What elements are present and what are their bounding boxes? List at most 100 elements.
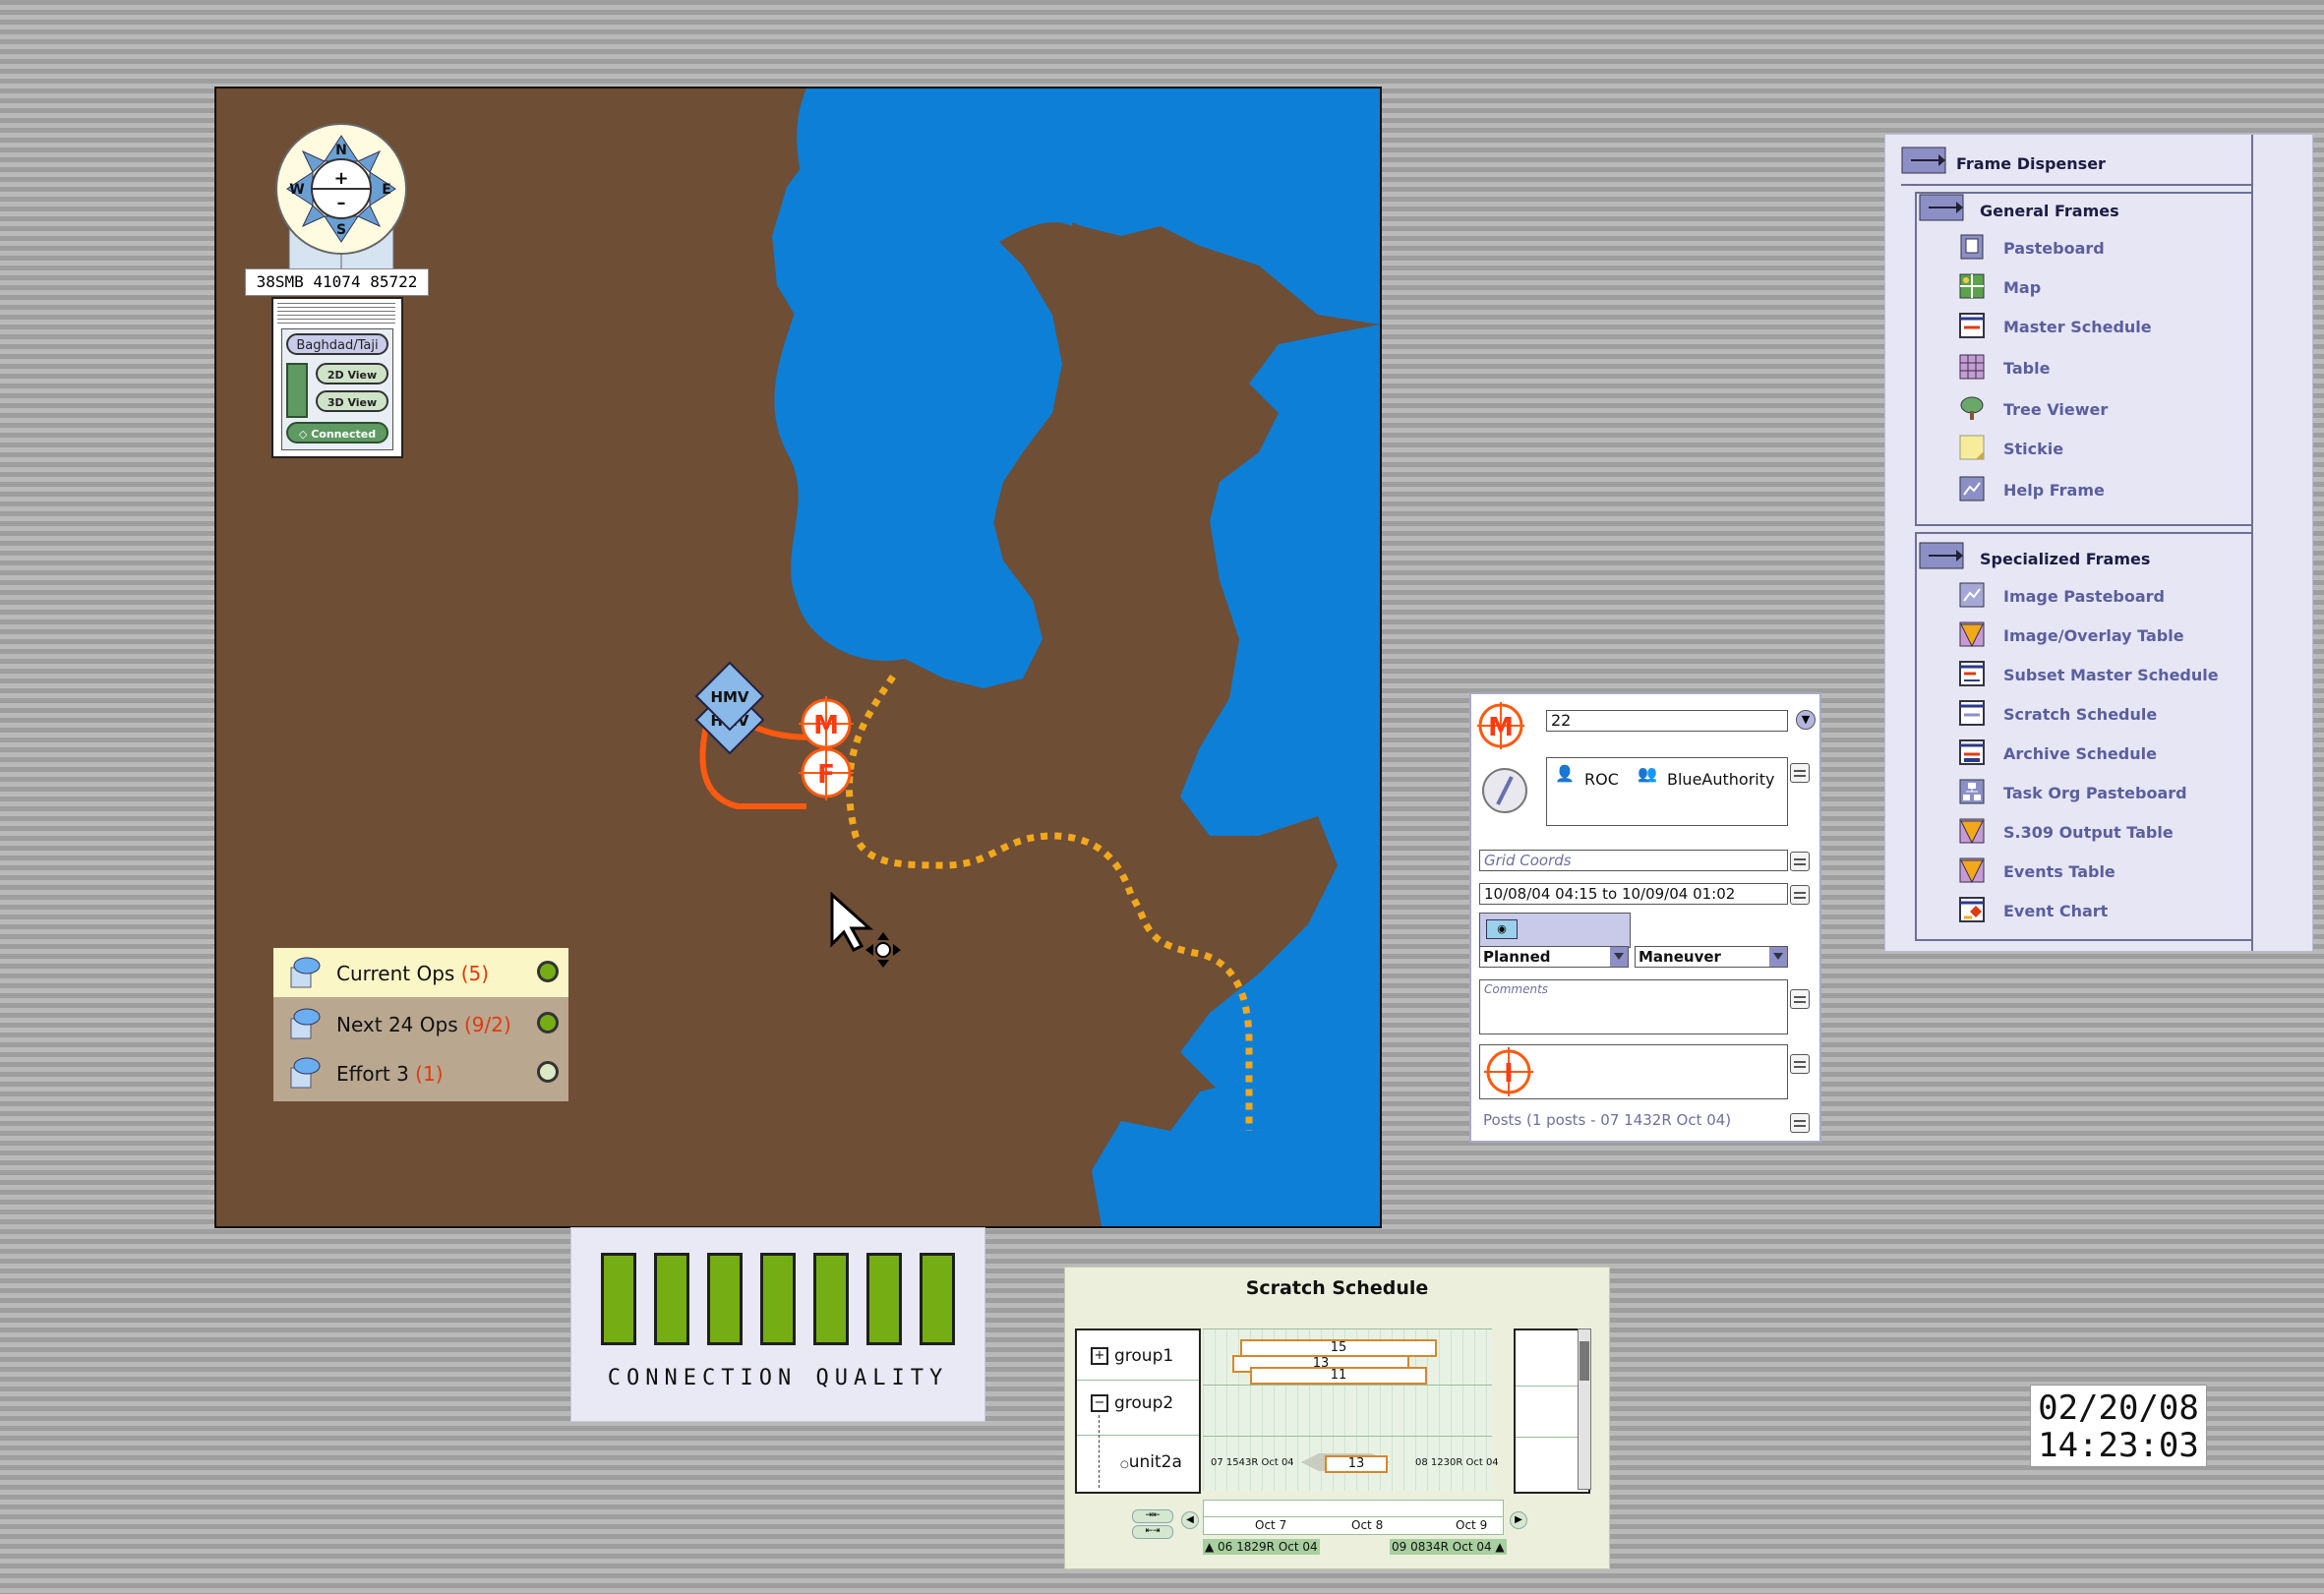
panel-grip[interactable] <box>277 303 395 325</box>
frame-item-label: Tree Viewer <box>2003 400 2109 419</box>
posts-menu-button[interactable] <box>1790 1113 1810 1133</box>
zoom-out-arrows-button[interactable]: ⇤⇥ <box>1132 1525 1173 1539</box>
schedule-timeline[interactable]: Oct 7 Oct 8 Oct 9 <box>1203 1500 1504 1535</box>
grid-coords-field[interactable]: Grid Coords <box>1479 850 1788 871</box>
frame-item-label: Stickie <box>2003 440 2064 458</box>
location-button[interactable]: Baghdad/Taji <box>286 333 388 355</box>
ops-label: Next 24 Ops (9/2) <box>336 1013 511 1036</box>
clock-date: 02/20/08 <box>2038 1388 2199 1428</box>
comments-field[interactable]: Comments <box>1479 979 1788 1034</box>
fire-unit-f[interactable]: F <box>799 745 854 800</box>
scratch-schedule-icon <box>1959 700 1985 726</box>
specialized-frames-icon <box>1919 542 1964 569</box>
maneuver-unit-m[interactable]: M <box>799 696 854 751</box>
svg-text:I: I <box>1504 1059 1514 1089</box>
frame-dispenser-title: Frame Dispenser <box>1956 154 2106 173</box>
row-group1[interactable]: + group1 <box>1091 1346 1173 1366</box>
speech-bubble-icon <box>290 1057 321 1089</box>
zoom-in-button[interactable]: + <box>333 168 348 189</box>
unit-start-time: 07 1543R Oct 04 <box>1211 1457 1294 1468</box>
ops-row-current[interactable]: Current Ops (5) <box>273 948 568 997</box>
tree-icon <box>1960 396 1984 420</box>
compass-south-label: S <box>336 222 346 238</box>
unit-symbols: HMV HMV M F <box>694 661 854 800</box>
intel-box[interactable]: I <box>1479 1044 1788 1099</box>
expand-icon[interactable]: + <box>1091 1347 1108 1365</box>
scroll-left-icon[interactable]: ◀ <box>1181 1511 1199 1529</box>
date-time-display: 02/20/08 14:23:03 <box>2030 1385 2207 1467</box>
posts-summary[interactable]: Posts (1 posts - 07 1432R Oct 04) <box>1483 1111 1731 1129</box>
task-bar[interactable]: 11 <box>1250 1367 1427 1385</box>
range-start-marker[interactable]: ▲ 06 1829R Oct 04 <box>1203 1539 1320 1555</box>
person-blue-icon: 👤 <box>1555 764 1575 783</box>
node-icon: ○ <box>1120 1459 1129 1470</box>
event-chart-icon <box>1959 897 1985 922</box>
assignee-roc[interactable]: ROC <box>1584 770 1619 789</box>
zoom-out-button[interactable]: – <box>337 193 346 213</box>
2d-view-button[interactable]: 2D View <box>316 363 388 384</box>
assignee-blueauthority[interactable]: BlueAuthority <box>1667 770 1774 789</box>
status-dot-pale[interactable] <box>537 1061 559 1083</box>
people-green-icon: 👥 <box>1638 764 1657 783</box>
timeline-date: Oct 7 <box>1255 1518 1287 1532</box>
view-bracket-icon <box>286 363 308 418</box>
ops-label: Effort 3 (1) <box>336 1062 444 1086</box>
signal-bar <box>866 1253 902 1345</box>
scroll-right-icon[interactable]: ▶ <box>1510 1511 1527 1529</box>
task-bar[interactable]: 13 <box>1325 1455 1388 1473</box>
view-panel: Baghdad/Taji 2D View 3D View ◇ Connected <box>271 297 403 458</box>
3d-view-button[interactable]: 3D View <box>316 390 388 412</box>
tag-icon: ◇ <box>298 428 312 441</box>
time-range-field[interactable]: 10/08/04 04:15 to 10/09/04 01:02 <box>1479 883 1788 905</box>
scratch-schedule-frame: Scratch Schedule + group1 − group2 ○unit2a… <box>1064 1267 1610 1569</box>
hmv-unit-label: HMV <box>710 688 748 706</box>
funnel-table-icon <box>1959 818 1985 845</box>
frame-item-label: Scratch Schedule <box>2003 705 2158 724</box>
ops-row-effort3[interactable]: Effort 3 (1) <box>273 1048 568 1097</box>
signal-bar <box>707 1253 743 1345</box>
row-unit2a[interactable]: ○unit2a <box>1120 1452 1182 1472</box>
schedule-grid[interactable]: 15 13 11 07 1543R Oct 04 13 08 1230R Oct… <box>1203 1328 1499 1491</box>
master-schedule-icon <box>1959 313 1985 338</box>
dropdown-toggle-icon[interactable]: ▼ <box>1796 710 1816 730</box>
event-id-field[interactable]: 22 <box>1546 710 1788 732</box>
grid-coords-menu-button[interactable] <box>1790 852 1810 871</box>
assignment-menu-button[interactable] <box>1790 763 1810 783</box>
assignment-box[interactable]: 👤 ROC 👥 BlueAuthority <box>1546 757 1788 826</box>
intel-menu-button[interactable] <box>1790 1054 1810 1074</box>
frame-item-label: Subset Master Schedule <box>2003 666 2219 684</box>
org-chart-icon <box>1959 779 1985 804</box>
status-dot-green[interactable] <box>537 1012 559 1033</box>
frame-item-label: Task Org Pasteboard <box>2003 784 2187 802</box>
clock-time: 14:23:03 <box>2038 1426 2199 1465</box>
frame-dispenser-icon <box>1901 147 1946 174</box>
chevron-down-icon[interactable] <box>1610 947 1628 967</box>
timeline-date: Oct 8 <box>1351 1518 1384 1532</box>
frame-item-label: Help Frame <box>2003 481 2105 500</box>
frame-item-label: Archive Schedule <box>2003 744 2157 763</box>
status-dot-green[interactable] <box>537 961 559 982</box>
connected-status-button[interactable]: ◇ Connected <box>286 422 388 443</box>
zoom-in-arrows-button[interactable]: ⇥⇤ <box>1132 1509 1173 1523</box>
svg-text:M: M <box>1488 713 1514 742</box>
connected-status-label: Connected <box>311 428 377 441</box>
timeline-date: Oct 9 <box>1456 1518 1488 1532</box>
schedule-scrollbar[interactable] <box>1578 1328 1591 1490</box>
unit-f-label: F <box>817 760 835 790</box>
funnel-table-icon <box>1959 621 1985 648</box>
edit-slash-icon[interactable] <box>1481 767 1528 814</box>
speech-bubble-icon <box>290 1008 321 1039</box>
time-range-menu-button[interactable] <box>1790 885 1810 905</box>
status-select[interactable]: Planned <box>1479 946 1629 968</box>
collapse-icon[interactable]: − <box>1091 1394 1108 1412</box>
row-group2[interactable]: − group2 <box>1091 1393 1173 1413</box>
range-end-marker[interactable]: 09 0834R Oct 04 ▲ <box>1390 1539 1507 1555</box>
table-icon <box>1959 354 1985 380</box>
status-tab[interactable]: ◉ <box>1479 913 1631 948</box>
chevron-down-icon[interactable] <box>1769 947 1787 967</box>
map-canvas[interactable]: ← → N S W E + – 38SMB 41074 85722 Baghda… <box>214 87 1382 1228</box>
ops-row-next24[interactable]: Next 24 Ops (9/2) <box>273 999 568 1048</box>
type-select[interactable]: Maneuver <box>1635 946 1788 968</box>
frame-item-label: Master Schedule <box>2003 318 2152 336</box>
comments-menu-button[interactable] <box>1790 989 1810 1009</box>
